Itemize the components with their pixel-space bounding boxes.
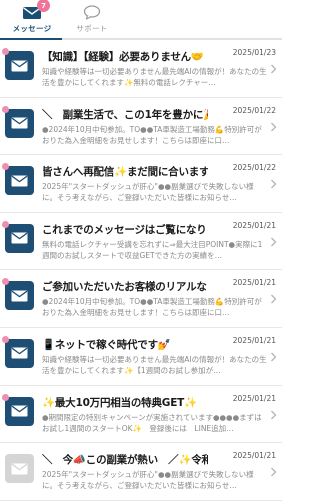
message-date: 2025/01/21 [232,278,276,288]
message-title: ✨最大10万円相当の特典GET✨ [42,396,198,409]
tab-messages[interactable]: 7 メッセージ [0,0,64,40]
message-date: 2025/01/22 [232,163,276,173]
message-title: ご参加いただいたお客様のリアルな💰 [42,281,208,294]
envelope-icon [5,396,34,426]
message-row-3[interactable]: 皆さんへ再配信✨まだ間に合います！ 2025/01/22 2025年"スタートダ… [0,155,282,213]
message-list: 【知識】【経験】必要ありません🤝 2025/01/23 知識や経験等は一切必要あ… [0,40,282,501]
message-title: これまでのメッセージはご覧になりま… [42,223,208,236]
chevron-right-icon [268,122,278,132]
message-title: ＼ 今📣この副業が熱い ／✨令和… [42,454,208,467]
message-row-8[interactable]: ＼ 今📣この副業が熱い ／✨令和… 2025/01/21 2025年"スタートダ… [0,443,282,501]
tab-support[interactable]: サポート [60,0,124,38]
message-preview: ●期間限定の特別キャンペーンが実施されています●●●●まずはお試し1週間のスター… [42,412,262,433]
message-row-2[interactable]: ＼ 副業生活で、この1年を豊かに🎉 2025/01/22 ●2024年10月中旬… [0,97,282,156]
chevron-right-icon [268,352,278,362]
envelope-icon: 7 [22,0,50,20]
message-row-1[interactable]: 【知識】【経験】必要ありません🤝 2025/01/23 知識や経験等は一切必要あ… [0,40,282,98]
unread-dot [2,335,9,343]
chat-bubble-icon [83,5,101,20]
message-preview: 無料の電話レクチャー受講を忘れずに⇒最大注目POINT●実際に1週間のお試しスタ… [42,239,263,260]
tab-bar: 7 メッセージ サポート [0,0,282,40]
message-title: ＼ 副業生活で、この1年を豊かに🎉 [42,108,208,121]
message-date: 2025/01/21 [232,451,276,461]
tab-messages-label: メッセージ [12,24,52,33]
envelope-icon [5,166,34,196]
chevron-right-icon [268,179,278,189]
message-row-7[interactable]: ✨最大10万円相当の特典GET✨ 2025/01/21 ●期間限定の特別キャンペ… [0,385,282,444]
message-date: 2025/01/21 [232,335,276,345]
message-preview: 知識や経験等は一切必要ありません最先端AIの情報が！あなたの生活を豊かにしてくれ… [42,354,267,375]
message-row-6[interactable]: 📱ネットで稼ぐ時代です💅 2025/01/21 知識や経験等は一切必要ありません… [0,327,282,386]
envelope-icon [5,51,34,80]
unread-count-badge: 7 [37,0,50,12]
chevron-right-icon [268,237,278,247]
message-title: 皆さんへ再配信✨まだ間に合います！ [42,166,208,179]
message-title: 【知識】【経験】必要ありません🤝 [42,51,204,63]
message-date: 2025/01/21 [232,220,276,230]
message-row-4[interactable]: これまでのメッセージはご覧になりま… 2025/01/21 無料の電話レクチャー… [0,212,282,271]
message-preview: 2025年"スタートダッシュが肝心"●●副業選びで失敗しない様に。そう考えながら… [42,470,254,491]
envelope-icon [5,338,34,368]
unread-dot [2,105,9,113]
envelope-icon [5,223,34,253]
unread-dot [2,393,9,401]
message-preview: ●2024年10月中旬参加。TO●●TA車製造工場勤務💪特別許可がおりた為入金明… [42,124,262,145]
unread-dot [2,220,9,228]
message-date: 2025/01/23 [232,48,276,57]
envelope-icon [5,454,34,484]
message-preview: 2025年"スタートダッシュが肝心"●●副業選びで失敗しない様に。そう考えながら… [42,182,254,203]
message-row-5[interactable]: ご参加いただいたお客様のリアルな💰 2025/01/21 ●2024年10月中旬… [0,270,282,328]
message-date: 2025/01/21 [232,393,276,403]
message-title: 📱ネットで稼ぐ時代です💅 [42,338,171,351]
chevron-right-icon [268,294,278,304]
message-date: 2025/01/22 [232,105,276,115]
message-preview: ●2024年10月中旬参加。TO●●TA車製造工場勤務💪特別許可がおりた為入金明… [42,297,262,318]
envelope-icon [5,108,34,138]
envelope-icon [5,281,34,311]
chevron-right-icon [268,410,278,420]
chevron-right-icon [268,64,278,74]
unread-dot [2,48,9,55]
message-preview: 知識や経験等は一切必要ありません最先端AIの情報が！あなたの生活を豊かにしてくれ… [42,67,267,87]
tab-support-label: サポート [76,24,108,33]
chevron-right-icon [268,467,278,477]
